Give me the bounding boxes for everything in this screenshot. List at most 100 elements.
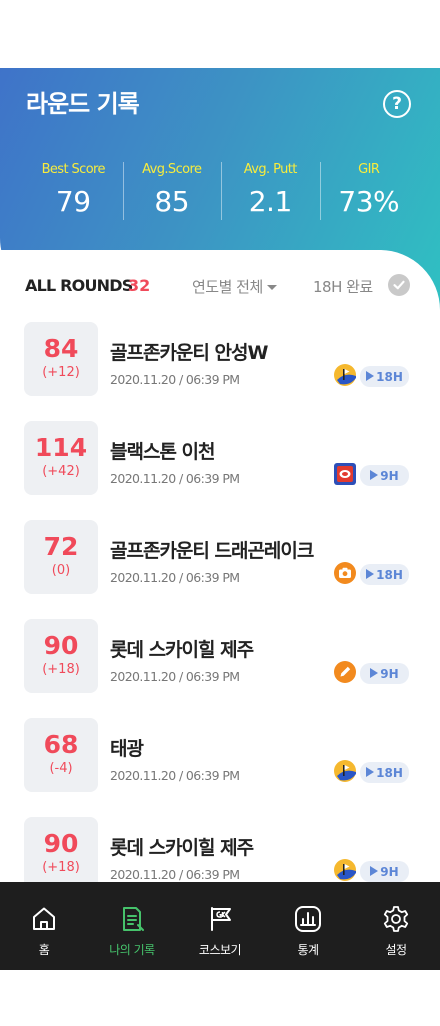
nav-item-course[interactable]: 코스보기	[176, 882, 264, 970]
round-list-item[interactable]: 114 (+42) 블랙스톤 이천 2020.11.20 / 06:39 PM …	[0, 421, 440, 520]
round-date: 2020.11.20 / 06:39 PM	[110, 867, 240, 882]
round-date: 2020.11.20 / 06:39 PM	[110, 471, 240, 486]
score-box: 90 (+18)	[24, 817, 98, 882]
complete-filter-toggle[interactable]	[388, 274, 410, 296]
year-filter-label: 연도별 전체	[192, 278, 263, 296]
stat-value: 85	[154, 185, 190, 218]
holes-label: 9H	[380, 468, 399, 483]
score-box: 72 (0)	[24, 520, 98, 594]
round-score: 90	[43, 631, 79, 660]
holes-badge: 18H	[360, 762, 409, 783]
nav-item-stats[interactable]: 통계	[264, 882, 352, 970]
holes-label: 18H	[376, 567, 403, 582]
holes-label: 9H	[380, 864, 399, 879]
holes-badge: 9H	[360, 663, 409, 684]
flag-icon	[370, 865, 379, 876]
check-icon	[393, 280, 405, 290]
rounds-panel: ALL ROUNDS 32 연도별 전체 18H 완료 84 (+12) 골프존…	[0, 250, 440, 882]
flag-logo-icon	[334, 364, 356, 386]
flag-icon	[370, 667, 379, 678]
nav-item-home[interactable]: 홈	[0, 882, 88, 970]
holes-badge: 9H	[360, 465, 409, 486]
stat-value: 2.1	[248, 185, 293, 218]
score-box: 84 (+12)	[24, 322, 98, 396]
stats-icon	[295, 906, 321, 932]
nav-item-settings[interactable]: 설정	[352, 882, 440, 970]
holes-badge: 18H	[360, 366, 409, 387]
round-score-diff: (+18)	[42, 662, 80, 677]
round-score: 68	[43, 730, 79, 759]
flag-icon	[366, 370, 375, 381]
nav-item-my-record[interactable]: 나의 기록	[88, 882, 176, 970]
course-name: 골프존카운티 안성W	[110, 342, 268, 364]
round-score-diff: (0)	[51, 563, 71, 578]
red-blue-logo-icon	[334, 463, 356, 485]
round-score-diff: (+42)	[42, 464, 80, 479]
flag-icon	[366, 766, 375, 777]
round-date: 2020.11.20 / 06:39 PM	[110, 372, 240, 387]
stat-avg-putt: Avg. Putt 2.1	[221, 162, 320, 220]
round-score: 84	[43, 334, 79, 363]
round-score: 90	[43, 829, 79, 858]
holes-label: 18H	[376, 369, 403, 384]
round-list-item[interactable]: 72 (0) 골프존카운티 드래곤레이크 2020.11.20 / 06:39 …	[0, 520, 440, 619]
nav-label: 나의 기록	[109, 943, 155, 957]
stat-label: GIR	[358, 162, 380, 177]
score-box: 114 (+42)	[24, 421, 98, 495]
camera-icon	[334, 562, 356, 584]
course-flag-icon	[211, 907, 231, 931]
score-box: 90 (+18)	[24, 619, 98, 693]
score-box: 68 (-4)	[24, 718, 98, 792]
stat-value: 73%	[338, 185, 400, 218]
round-list-item[interactable]: 68 (-4) 태광 2020.11.20 / 06:39 PM 18H	[0, 718, 440, 817]
bottom-nav: 홈 나의 기록 코스보기 통계 설정	[0, 882, 440, 970]
gear-icon	[383, 906, 409, 932]
round-score: 114	[34, 433, 88, 462]
holes-badge: 18H	[360, 564, 409, 585]
stats-summary: Best Score 79 Avg.Score 85 Avg. Putt 2.1…	[24, 162, 418, 220]
stat-best-score: Best Score 79	[24, 162, 123, 220]
holes-badge: 9H	[360, 861, 409, 882]
course-name: 블랙스톤 이천	[110, 441, 215, 463]
course-name: 태광	[110, 738, 144, 760]
course-name: 롯데 스카이힐 제주	[110, 837, 254, 859]
round-score-diff: (+12)	[42, 365, 80, 380]
round-list-item[interactable]: 90 (+18) 롯데 스카이힐 제주 2020.11.20 / 06:39 P…	[0, 817, 440, 882]
round-list-item[interactable]: 84 (+12) 골프존카운티 안성W 2020.11.20 / 06:39 P…	[0, 322, 440, 421]
flag-icon	[370, 469, 379, 480]
nav-label: 코스보기	[198, 943, 242, 957]
round-date: 2020.11.20 / 06:39 PM	[110, 768, 240, 783]
course-name: 롯데 스카이힐 제주	[110, 639, 254, 661]
round-date: 2020.11.20 / 06:39 PM	[110, 669, 240, 684]
complete-filter-label: 18H 완료	[313, 278, 373, 296]
nav-label: 홈	[38, 943, 50, 957]
holes-label: 9H	[380, 666, 399, 681]
stat-gir: GIR 73%	[319, 162, 419, 220]
help-button[interactable]: ?	[383, 90, 411, 118]
round-score-diff: (-4)	[49, 761, 73, 776]
round-score: 72	[43, 532, 79, 561]
home-icon	[33, 907, 55, 930]
flag-icon	[366, 568, 375, 579]
stat-label: Avg. Putt	[243, 162, 298, 177]
record-icon	[123, 907, 144, 931]
nav-label: 통계	[297, 943, 319, 957]
year-filter-dropdown[interactable]: 연도별 전체	[192, 276, 277, 297]
round-list: 84 (+12) 골프존카운티 안성W 2020.11.20 / 06:39 P…	[0, 322, 440, 882]
stat-label: Best Score	[41, 162, 106, 177]
filter-bar: ALL ROUNDS 32 연도별 전체 18H 완료	[0, 270, 440, 300]
holes-label: 18H	[376, 765, 403, 780]
round-score-diff: (+18)	[42, 860, 80, 875]
round-date: 2020.11.20 / 06:39 PM	[110, 570, 240, 585]
flag-logo-icon	[334, 859, 356, 881]
stat-value: 79	[55, 185, 91, 218]
pencil-icon	[334, 661, 356, 683]
nav-label: 설정	[385, 943, 407, 957]
all-rounds-label: ALL ROUNDS	[25, 276, 133, 295]
stat-label: Avg.Score	[142, 162, 202, 177]
round-list-item[interactable]: 90 (+18) 롯데 스카이힐 제주 2020.11.20 / 06:39 P…	[0, 619, 440, 718]
app: 라운드 기록 ? Best Score 79 Avg.Score 85 Avg.…	[0, 0, 440, 1026]
all-rounds-count: 32	[128, 276, 151, 295]
stat-avg-score: Avg.Score 85	[122, 162, 222, 220]
course-name: 골프존카운티 드래곤레이크	[110, 540, 314, 562]
